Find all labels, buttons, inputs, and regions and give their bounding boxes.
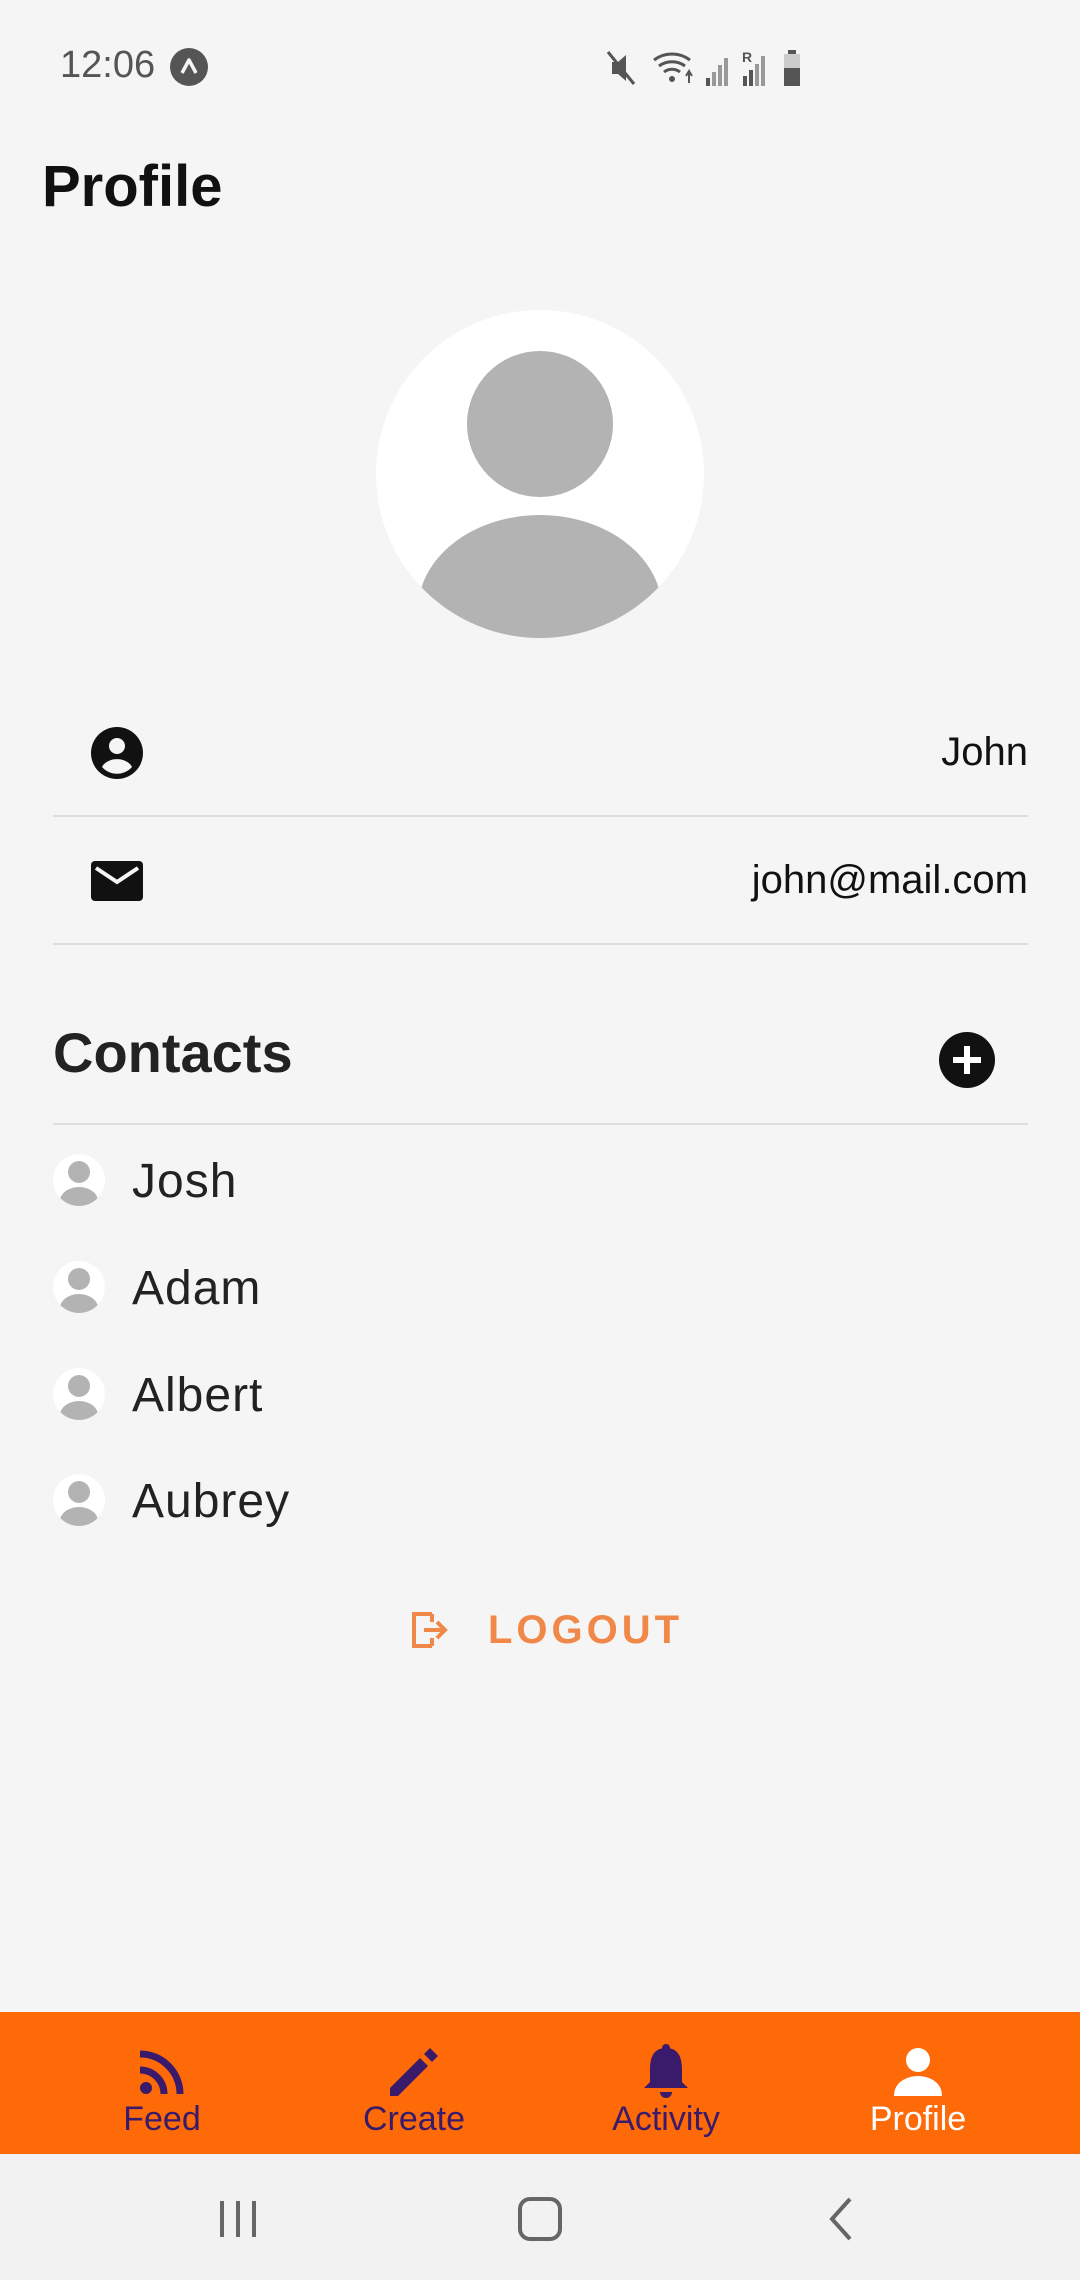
account-circle-icon — [89, 725, 145, 781]
profile-email: john@mail.com — [751, 858, 1028, 902]
system-nav-bar — [0, 2154, 1080, 2280]
logout-label: LOGOUT — [488, 1608, 684, 1652]
status-bar: 12:06 R — [0, 0, 1080, 135]
list-item[interactable]: Josh — [53, 1140, 1028, 1220]
wifi-icon — [653, 52, 693, 83]
contact-name: Albert — [132, 1369, 264, 1422]
profile-avatar[interactable] — [376, 310, 704, 638]
contact-name: Aubrey — [132, 1475, 291, 1528]
add-contact-button[interactable] — [939, 1032, 995, 1088]
battery-icon — [784, 50, 800, 86]
contact-avatar-icon — [53, 1368, 105, 1420]
contacts-header: Contacts — [53, 1000, 1028, 1125]
logout-icon — [410, 1608, 450, 1652]
person-icon — [888, 2042, 948, 2102]
contact-avatar-icon — [53, 1474, 105, 1526]
nav-label: Feed — [123, 2100, 201, 2138]
bell-icon — [636, 2042, 696, 2102]
contact-avatar-icon — [53, 1261, 105, 1313]
back-icon[interactable] — [812, 2189, 872, 2249]
signal-roaming-icon: R — [742, 49, 765, 86]
contact-name: Josh — [132, 1155, 238, 1208]
nav-label: Create — [362, 2100, 466, 2138]
mail-icon — [89, 853, 145, 909]
signal-icon — [706, 58, 728, 86]
nav-item-feed[interactable]: Feed — [36, 2012, 288, 2154]
nav-label: Activity — [612, 2100, 720, 2138]
status-icons: R — [606, 46, 816, 90]
pencil-icon — [384, 2042, 444, 2102]
contact-avatar-icon — [53, 1154, 105, 1206]
list-item[interactable]: Adam — [53, 1247, 1028, 1327]
page-title: Profile — [42, 154, 223, 219]
profile-name: John — [941, 730, 1028, 774]
logout-button[interactable]: LOGOUT — [400, 1600, 700, 1660]
recent-apps-icon[interactable] — [208, 2189, 268, 2249]
contacts-title: Contacts — [53, 1021, 293, 1084]
svg-text:R: R — [742, 49, 752, 65]
rss-icon — [132, 2042, 192, 2102]
default-avatar-icon — [418, 351, 662, 638]
list-item[interactable]: Aubrey — [53, 1460, 1028, 1540]
nav-label: Profile — [869, 2100, 967, 2138]
home-icon[interactable] — [510, 2189, 570, 2249]
email-row: john@mail.com — [53, 818, 1028, 945]
status-time: 12:06 — [60, 44, 156, 86]
app-notification-icon — [170, 48, 208, 86]
name-row: John — [53, 690, 1028, 817]
nav-item-activity[interactable]: Activity — [540, 2012, 792, 2154]
add-circle-icon — [953, 1046, 981, 1074]
list-item[interactable]: Albert — [53, 1354, 1028, 1434]
mute-icon — [606, 51, 636, 85]
bottom-nav: Feed Create Activity Profile — [0, 2012, 1080, 2154]
contact-name: Adam — [132, 1262, 262, 1315]
nav-item-profile[interactable]: Profile — [792, 2012, 1044, 2154]
nav-item-create[interactable]: Create — [288, 2012, 540, 2154]
